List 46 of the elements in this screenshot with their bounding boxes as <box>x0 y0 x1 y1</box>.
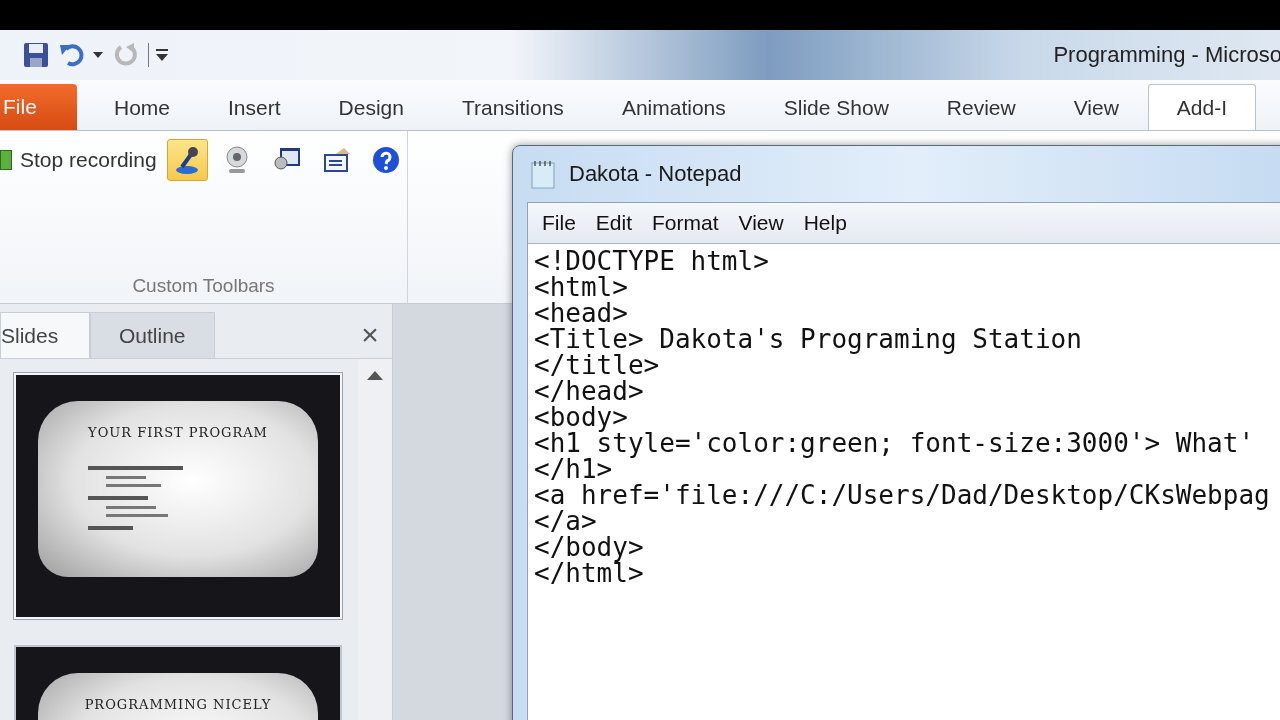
close-button[interactable]: × <box>356 312 384 358</box>
pane-tab[interactable]: Slides <box>0 312 90 358</box>
help-icon <box>372 146 401 174</box>
save-icon[interactable] <box>22 41 50 69</box>
code-line: </a> <box>534 508 597 534</box>
code-line: </title> <box>534 352 660 378</box>
code-line: </body> <box>534 534 644 560</box>
ribbon-tab[interactable]: Animations <box>592 84 755 130</box>
ribbon-tab[interactable]: Home <box>85 84 200 130</box>
slide-thumbnail[interactable]: PROGRAMMING NICELY <box>14 645 342 720</box>
code-line: </head> <box>534 378 644 404</box>
window-title: Dakota - Notepad <box>569 161 742 187</box>
menu-item[interactable]: View <box>730 209 792 237</box>
pane-tab[interactable]: Outline <box>90 312 215 358</box>
slide-title: PROGRAMMING NICELY <box>84 697 272 712</box>
undo-icon[interactable] <box>58 41 86 69</box>
microphone-button[interactable] <box>166 139 209 181</box>
code-line: <!DOCTYPE html> <box>534 248 769 274</box>
menu-item[interactable]: Edit <box>587 209 641 237</box>
code-line: <Title> Dakota's Programing Station <box>534 326 1082 352</box>
menu-item[interactable]: Help <box>795 209 855 237</box>
ribbon-tab[interactable]: Insert <box>199 84 310 130</box>
slide-title: YOUR FIRST PROGRAM <box>88 425 268 440</box>
customize-icon[interactable] <box>155 48 169 62</box>
document-icon <box>321 145 352 175</box>
code-line: <body> <box>534 404 628 430</box>
file-tab[interactable]: File <box>0 84 77 130</box>
menu-item[interactable]: File <box>534 209 584 237</box>
group-label: Custom Toolbars <box>132 275 275 297</box>
ribbon-tab[interactable]: Slide Show <box>754 84 918 130</box>
redo-icon <box>112 41 140 69</box>
notepad-icon <box>529 159 557 189</box>
code-line: <a href='file:///C:/Users/Dad/Desktop/CKsWebpag <box>534 482 1270 508</box>
scroll-up-icon[interactable] <box>366 369 384 381</box>
ribbon-tab[interactable]: Add-I <box>1147 84 1257 130</box>
code-line: </h1> <box>534 456 613 482</box>
ribbon-tab[interactable]: View <box>1044 84 1148 130</box>
code-line: <head> <box>534 300 628 326</box>
code-line: <html> <box>534 274 628 300</box>
ribbon-tab[interactable]: Review <box>917 84 1045 130</box>
slide-thumbnail[interactable]: YOUR FIRST PROGRAM <box>14 373 342 619</box>
caret-icon[interactable] <box>92 51 104 59</box>
stop-recording-button[interactable]: Stop recording <box>0 140 159 180</box>
menu-item[interactable]: Format <box>644 209 727 237</box>
ribbon-tab[interactable]: Design <box>309 84 433 130</box>
ribbon-tab[interactable]: Transitions <box>432 84 593 130</box>
